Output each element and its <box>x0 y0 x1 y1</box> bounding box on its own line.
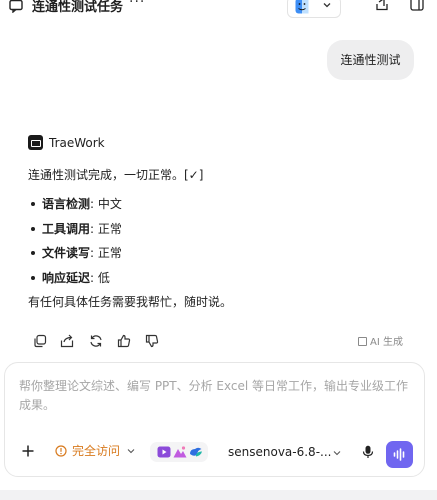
add-attachment-icon[interactable] <box>21 444 35 458</box>
list-item: 文件读写: 正常 <box>28 244 418 269</box>
chat-icon <box>9 0 23 13</box>
cloud-app-icon <box>190 447 202 457</box>
waveform-icon <box>393 448 405 461</box>
thumbs-up-icon[interactable] <box>117 334 131 348</box>
video-app-icon <box>157 446 171 458</box>
thumbs-down-icon[interactable] <box>145 334 159 348</box>
access-mode-label: 完全访问 <box>72 444 121 458</box>
regenerate-icon[interactable] <box>89 334 103 348</box>
model-selector[interactable]: sensenova-6.8-... <box>228 444 331 460</box>
list-item: 响应延迟: 低 <box>28 269 418 294</box>
side-panel-icon[interactable] <box>410 0 424 11</box>
page-title: 连通性测试任务 <box>32 0 124 15</box>
image-app-icon <box>173 446 187 458</box>
share-icon[interactable] <box>60 334 74 348</box>
ai-badge-icon <box>358 337 367 346</box>
share-icon[interactable] <box>375 0 389 11</box>
ai-generated-badge: AI 生成 <box>358 333 403 348</box>
composer: 帮你整理论文综述、编写 PPT、分析 Excel 等日常工作，输出专业级工作成果… <box>4 362 425 477</box>
app-shortcuts[interactable] <box>150 442 208 462</box>
chevron-down-icon <box>127 449 135 454</box>
traework-logo-icon <box>28 135 43 150</box>
user-message: 连通性测试 <box>327 40 414 80</box>
voice-send-button[interactable] <box>386 441 413 468</box>
bottom-strip <box>0 490 437 500</box>
microphone-icon[interactable] <box>361 445 375 459</box>
alert-circle-icon <box>55 445 67 457</box>
chevron-down-icon <box>323 3 331 8</box>
assistant-intro: 连通性测试完成，一切正常。[✓] <box>28 168 204 182</box>
check-list: 语言检测: 中文 工具调用: 正常 文件读写: 正常 响应延迟: 低 <box>28 195 418 293</box>
chevron-down-icon[interactable] <box>333 449 341 457</box>
top-bar: 连通性测试任务 ··· <box>0 0 437 18</box>
assistant-message: 连通性测试完成，一切正常。[✓] 语言检测: 中文 工具调用: 正常 文件读写:… <box>28 166 418 311</box>
finder-icon <box>295 0 309 14</box>
more-options-button[interactable]: ··· <box>129 0 145 10</box>
list-item: 语言检测: 中文 <box>28 195 418 220</box>
message-input[interactable]: 帮你整理论文综述、编写 PPT、分析 Excel 等日常工作，输出专业级工作成果… <box>19 377 414 415</box>
app-selector-button[interactable] <box>287 0 341 18</box>
assistant-outro: 有任何具体任务需要我帮忙，随时说。 <box>28 295 233 309</box>
assistant-name: TraeWork <box>49 136 105 150</box>
copy-icon[interactable] <box>33 334 47 348</box>
list-item: 工具调用: 正常 <box>28 220 418 245</box>
